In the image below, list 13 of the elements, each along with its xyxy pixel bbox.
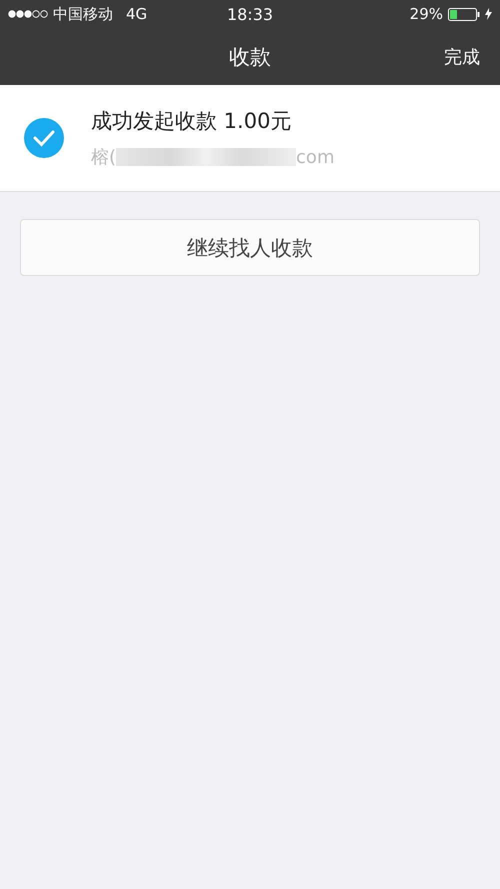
clock-time: 18:33 [226, 4, 274, 24]
battery-percent: 29% [410, 5, 443, 23]
done-button[interactable]: 完成 [444, 44, 480, 68]
charging-icon [485, 8, 492, 20]
signal-icon [8, 9, 48, 19]
result-message: 成功发起收款 1.00元 [91, 108, 292, 135]
account-prefix: 榕( [91, 146, 116, 169]
continue-button[interactable]: 继续找人收款 [20, 219, 480, 276]
network-type: 4G [126, 5, 148, 23]
account-suffix: com [296, 146, 334, 168]
battery-icon [448, 8, 480, 20]
page-title: 收款 [229, 44, 271, 70]
carrier-name: 中国移动 [53, 4, 113, 24]
